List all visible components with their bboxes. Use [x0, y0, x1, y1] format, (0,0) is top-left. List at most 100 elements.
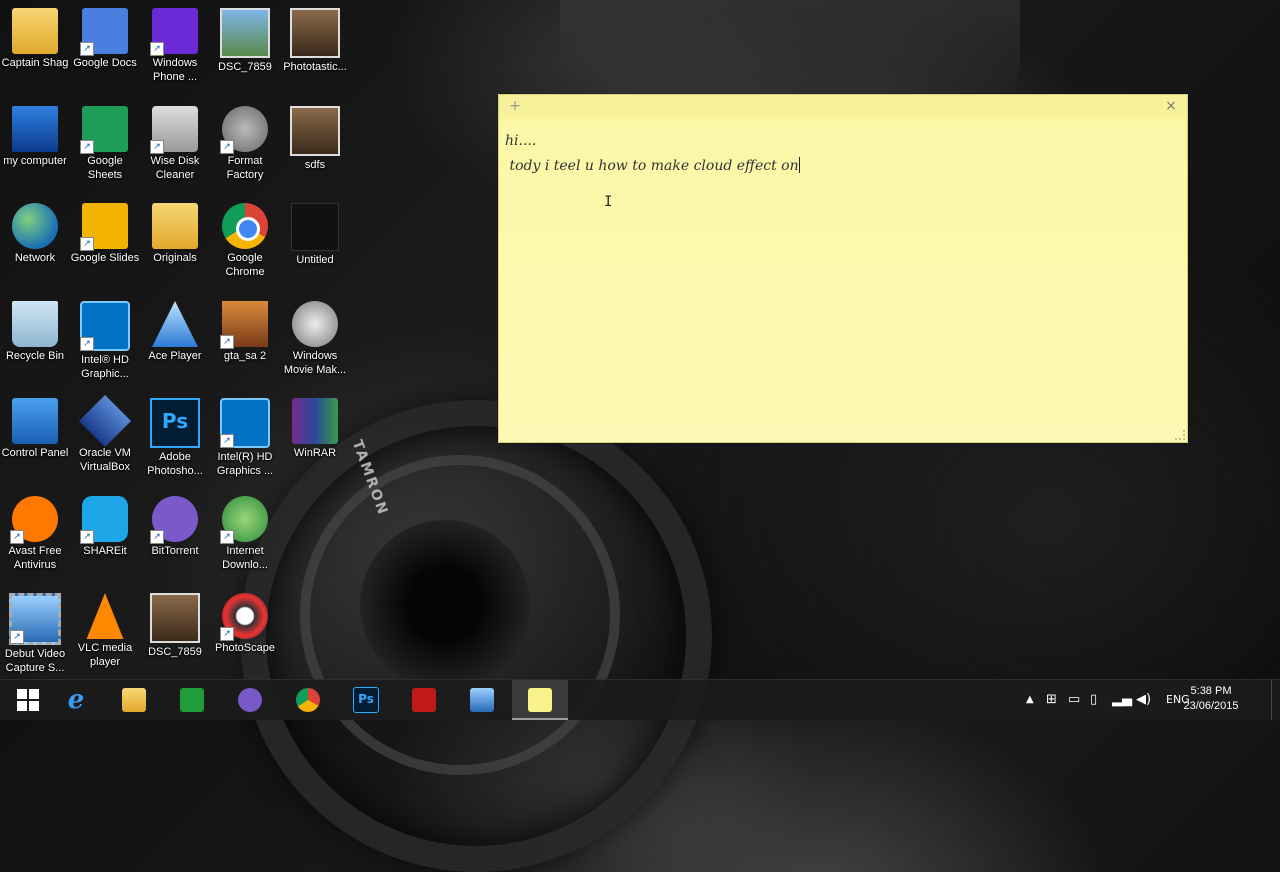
adobe-reader-icon: [412, 688, 436, 712]
shortcut-arrow-icon: ↗: [10, 630, 24, 644]
desktop-icon-label: Avast Free Antivirus: [8, 545, 62, 571]
show-desktop-button[interactable]: [1271, 680, 1280, 720]
image-thumbnail-icon: [290, 106, 340, 156]
resize-grip-icon[interactable]: [1175, 430, 1185, 440]
desktop-icon-label: Intel(R) HD Graphics ...: [216, 451, 274, 477]
desktop-icon-bittorrent[interactable]: ↗ BitTorrent: [140, 490, 210, 582]
shortcut-arrow-icon: ↗: [150, 42, 164, 56]
taskbar-debut-video[interactable]: [454, 680, 510, 720]
desktop-icon-winrar[interactable]: WinRAR: [280, 392, 350, 484]
intel-graphics-icon: ↗: [80, 301, 130, 351]
desktop-icon-control-panel[interactable]: Control Panel: [0, 392, 70, 484]
bittorrent-icon: [238, 688, 262, 712]
desktop-icon-untitled[interactable]: Untitled: [280, 197, 350, 289]
desktop-icon-photoscape[interactable]: ↗ PhotoScape: [210, 587, 280, 679]
sticky-note-text-area[interactable]: hi.... tody i teel u how to make cloud e…: [505, 129, 1177, 179]
desktop-icon-google-sheets[interactable]: ↗ Google Sheets: [70, 100, 140, 192]
taskbar-store[interactable]: [164, 680, 220, 720]
desktop-icon-gta-sa-2[interactable]: ↗ gta_sa 2: [210, 295, 280, 387]
desktop-icon-phototastic[interactable]: Phototastic...: [280, 2, 350, 94]
desktop-icon-dsc-7859[interactable]: DSC_7859: [210, 2, 280, 94]
desktop-icon-photoshop[interactable]: Ps Adobe Photosho...: [140, 392, 210, 484]
desktop-icon-dsc-7859-2[interactable]: DSC_7859: [140, 587, 210, 679]
desktop-icon-label: Adobe Photosho...: [147, 451, 203, 477]
gta-icon: ↗: [220, 301, 268, 349]
desktop-icon-google-slides[interactable]: ↗ Google Slides: [70, 197, 140, 289]
desktop-icon-windows-movie-maker[interactable]: Windows Movie Mak...: [280, 295, 350, 387]
taskbar-photoshop[interactable]: Ps: [338, 680, 394, 720]
desktop-icon-label: sdfs: [304, 159, 326, 171]
desktop-icon-intel-hd-graphic[interactable]: ↗ Intel® HD Graphic...: [70, 295, 140, 387]
shortcut-arrow-icon: ↗: [10, 530, 24, 544]
desktop-icon-my-computer[interactable]: my computer: [0, 100, 70, 192]
taskbar-sticky-notes[interactable]: [512, 680, 568, 720]
computer-icon: [12, 106, 58, 152]
battery-icon[interactable]: ▯: [1090, 692, 1097, 708]
desktop-icon-debut-video[interactable]: ↗ Debut Video Capture S...: [0, 587, 70, 679]
desktop-icon-google-chrome[interactable]: Google Chrome: [210, 197, 280, 289]
file-explorer-icon: [122, 688, 146, 712]
show-hidden-icons-chevron-icon[interactable]: ▲: [1026, 692, 1034, 708]
sticky-note-titlebar[interactable]: + ×: [499, 95, 1187, 119]
shareit-icon: ↗: [80, 496, 128, 544]
movie-maker-icon: [292, 301, 338, 347]
desktop-icon-windows-phone[interactable]: ↗ Windows Phone ...: [140, 2, 210, 94]
video-capture-icon: ↗: [9, 593, 61, 645]
google-docs-icon: ↗: [80, 8, 128, 56]
clock-date: 23/06/2015: [1183, 700, 1239, 712]
taskbar-adobe-reader[interactable]: [396, 680, 452, 720]
ace-player-icon: [152, 301, 198, 347]
control-panel-icon: [12, 398, 58, 444]
desktop-icon-shareit[interactable]: ↗ SHAREit: [70, 490, 140, 582]
desktop-icon-network[interactable]: Network: [0, 197, 70, 289]
desktop-icon-label: Google Slides: [70, 252, 140, 264]
shortcut-arrow-icon: ↗: [80, 237, 94, 251]
desktop-icon-recycle-bin[interactable]: Recycle Bin: [0, 295, 70, 387]
signal-icon[interactable]: ▂▄: [1112, 692, 1132, 708]
taskbar-internet-explorer[interactable]: e: [48, 680, 104, 720]
desktop-icon-vlc[interactable]: VLC media player: [70, 587, 140, 679]
chrome-icon: [296, 688, 320, 712]
image-thumbnail-icon: [290, 8, 340, 58]
wallpaper-lens-inner: [360, 520, 530, 690]
text-cursor-icon: I: [604, 194, 613, 210]
store-icon: [180, 688, 204, 712]
intel-graphics-icon: ↗: [220, 398, 270, 448]
taskbar-bittorrent[interactable]: [222, 680, 278, 720]
clock[interactable]: 5:38 PM 23/06/2015: [1176, 684, 1246, 714]
windows-logo-icon: [17, 689, 39, 711]
desktop-icon-intel-r-hd-graphics[interactable]: ↗ Intel(R) HD Graphics ...: [210, 392, 280, 484]
desktop-icon-avast[interactable]: ↗ Avast Free Antivirus: [0, 490, 70, 582]
add-note-icon[interactable]: +: [507, 98, 523, 114]
desktop-icon-captain-shag[interactable]: Captain Shag: [0, 2, 70, 94]
system-tray: ▲ ⊞ ▭ ▯ ▂▄ ◀) ENG 5:38 PM 23/06/2015: [1020, 680, 1280, 720]
desktop-icon-sdfs[interactable]: sdfs: [280, 100, 350, 192]
winrar-icon: [292, 398, 338, 444]
wallpaper-lens-mid: [300, 455, 620, 775]
desktop-icon-label: Captain Shag: [1, 57, 69, 69]
desktop-icon-ace-player[interactable]: Ace Player: [140, 295, 210, 387]
desktop-icon-label: BitTorrent: [151, 545, 199, 557]
sticky-note-window[interactable]: + × hi.... tody i teel u how to make clo…: [498, 94, 1188, 443]
desktop-icon-wise-disk-cleaner[interactable]: ↗ Wise Disk Cleaner: [140, 100, 210, 192]
desktop-icon-internet-download-manager[interactable]: ↗ Internet Downlo...: [210, 490, 280, 582]
taskbar-chrome[interactable]: [280, 680, 336, 720]
volume-icon[interactable]: ◀): [1136, 692, 1151, 708]
desktop-icon-label: VLC media player: [77, 642, 133, 668]
desktop-icon-label: Network: [14, 252, 56, 264]
close-icon[interactable]: ×: [1163, 98, 1179, 114]
desktop-icon-virtualbox[interactable]: Oracle VM VirtualBox: [70, 392, 140, 484]
desktop-icon-originals[interactable]: Originals: [140, 197, 210, 289]
desktop-icon-google-docs[interactable]: ↗ Google Docs: [70, 2, 140, 94]
format-factory-icon: ↗: [220, 106, 268, 154]
desktop-icon-format-factory[interactable]: ↗ Format Factory: [210, 100, 280, 192]
video-capture-icon: [470, 688, 494, 712]
wallpaper-lens-brand: TAMRON: [348, 437, 391, 519]
taskbar-file-explorer[interactable]: [106, 680, 162, 720]
shortcut-arrow-icon: ↗: [80, 42, 94, 56]
shortcut-arrow-icon: ↗: [150, 530, 164, 544]
desktop-icon-label: Windows Phone ...: [152, 57, 198, 83]
action-center-icon[interactable]: ▭: [1068, 692, 1080, 708]
windows-tray-icon[interactable]: ⊞: [1046, 692, 1057, 708]
taskbar: e Ps ▲ ⊞ ▭ ▯ ▂▄ ◀) ENG 5:38 PM 23/06/201…: [0, 679, 1280, 720]
